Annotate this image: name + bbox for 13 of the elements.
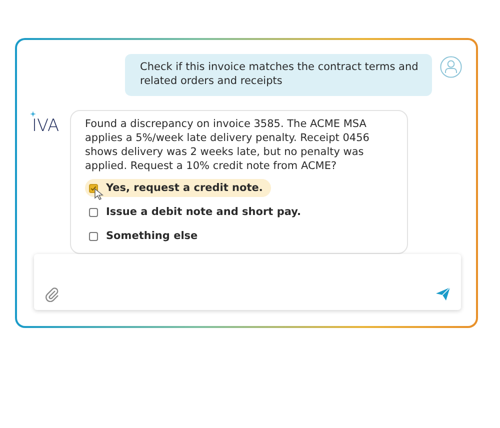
checkbox[interactable] [89, 208, 98, 216]
option-button[interactable]: Issue a debit note and short pay. [85, 203, 309, 221]
send-icon[interactable] [435, 286, 451, 302]
assistant-logo: IVA [32, 116, 60, 136]
option-button[interactable]: Something else [85, 227, 206, 245]
sparkle-icon [30, 111, 36, 117]
cursor-icon [94, 188, 104, 200]
assistant-message: Found a discrepancy on invoice 3585. The ACME MSA applies a 5%/week late delivery penalty. Receipt 0456 shows delivery was 2 weeks late, but no penalty was applied. Request a 10% credit note from ACME? [85, 117, 370, 173]
paperclip-icon[interactable] [44, 286, 60, 302]
option-button[interactable]: Yes, request a credit note. [85, 179, 271, 197]
user-message: Check if this invoice matches the contract terms and related orders and receipts [125, 54, 432, 96]
checkbox[interactable] [89, 232, 98, 240]
user-avatar-icon [440, 56, 462, 78]
